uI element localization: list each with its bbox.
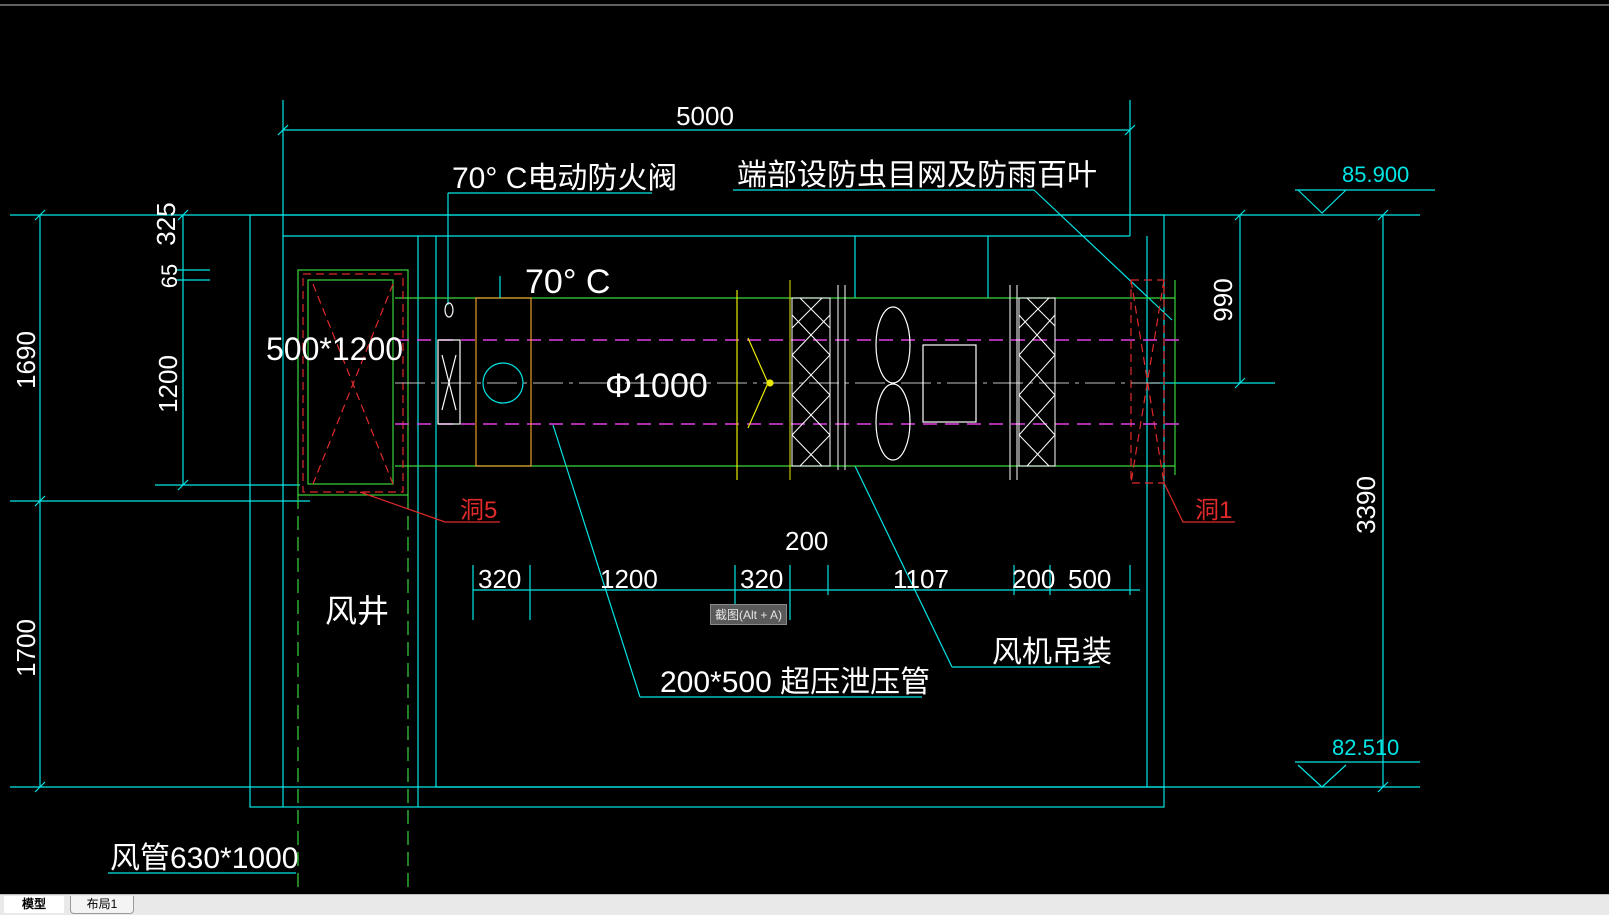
elevation-top: 85.900	[1342, 162, 1409, 187]
label-fire-damper: 70° C电动防火阀	[452, 162, 677, 195]
label-relief-pipe: 200*500 超压泄压管	[660, 666, 930, 699]
label-air-shaft: 风井	[325, 593, 389, 629]
dim-overall-width: 5000	[676, 101, 734, 131]
label-damper-70c: 70° C	[525, 263, 610, 301]
dim-1200: 1200	[153, 355, 183, 413]
label-end-screen: 端部设防虫目网及防雨百叶	[737, 159, 1097, 192]
dim-seg-320-a: 320	[478, 564, 521, 594]
elevation-bottom: 82.510	[1332, 735, 1399, 760]
dim-right-3390: 3390	[1351, 476, 1381, 534]
dim-seg-320-b: 320	[740, 564, 783, 594]
screenshot-tooltip: 截图(Alt + A)	[710, 604, 788, 625]
dim-seg-500: 500	[1068, 564, 1111, 594]
label-duct-630x1000: 风管630*1000	[110, 842, 298, 875]
dim-325: 325	[151, 202, 181, 245]
dim-seg-200: 200	[1012, 564, 1055, 594]
label-duct-diameter: Φ1000	[605, 367, 708, 405]
tab-model[interactable]: 模型	[4, 896, 64, 913]
dim-65: 65	[157, 264, 182, 288]
dim-200-top: 200	[785, 526, 828, 556]
tab-layout1[interactable]: 布局1	[70, 896, 134, 914]
dim-right-990: 990	[1208, 278, 1238, 321]
dim-left-1690: 1690	[11, 331, 41, 389]
label-opening-size: 500*1200	[266, 331, 403, 367]
cad-drawing-canvas[interactable]: 5000 70° C电动防火阀 端部设防虫目网及防雨百叶 70° C 500*1…	[0, 0, 1609, 894]
dim-seg-1107: 1107	[893, 564, 949, 594]
label-hole5: 洞5	[460, 497, 497, 524]
label-hole1: 洞1	[1195, 497, 1232, 524]
layout-tab-bar: 模型 布局1	[0, 894, 1609, 915]
dim-seg-1200: 1200	[600, 564, 658, 594]
dim-left-1700: 1700	[11, 619, 41, 677]
label-fan-hanging: 风机吊装	[992, 636, 1112, 669]
